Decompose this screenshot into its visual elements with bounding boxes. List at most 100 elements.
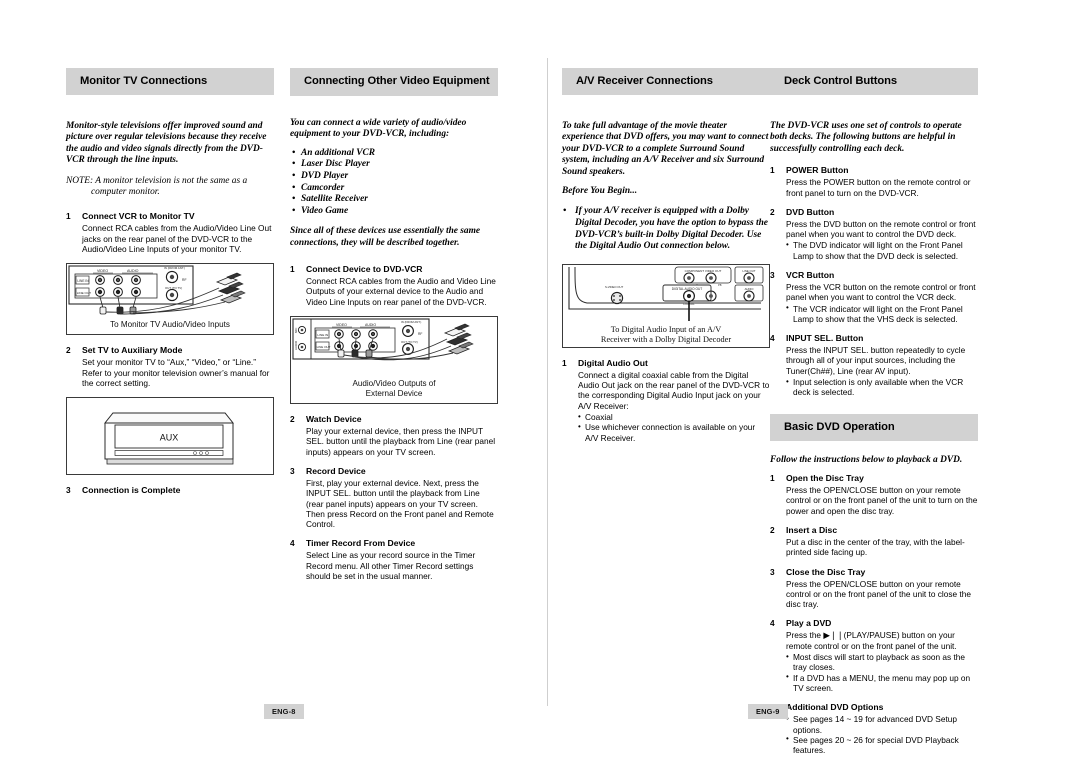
step-number: 3 <box>770 270 775 280</box>
svg-text:IN (FROM ANT.): IN (FROM ANT.) <box>401 320 421 324</box>
svg-text:PB: PB <box>718 283 722 287</box>
svg-text:AUDIO: AUDIO <box>294 340 298 350</box>
rear-panel-illustration: VIDEO AUDIO LINE IN LINE OUT IN (FROM AN… <box>68 265 246 315</box>
step-connect-device-to-dvd-vcr: 1 Connect Device to DVD-VCR Connect RCA … <box>290 264 498 307</box>
page-footer-left: ENG-8 <box>264 704 304 719</box>
step-title: Connect VCR to Monitor TV <box>82 211 195 222</box>
svg-text:AUDIO: AUDIO <box>365 323 376 327</box>
column-connecting-other-video-equipment: Connecting Other Video Equipment You can… <box>290 68 498 590</box>
step-title: Connection is Complete <box>82 485 181 496</box>
step-body: Press the DVD button on the remote contr… <box>786 218 976 240</box>
list-item: DVD Player <box>292 171 498 183</box>
step-body: Press the ▶❘❘(PLAY/PAUSE) button on your… <box>786 630 957 651</box>
figure-artwork-digital-audio: COMPONENT VIDEO OUT Y PB LINE OUT AUDIO <box>563 265 769 321</box>
page-spine-divider <box>547 58 548 706</box>
step-play-a-dvd: 4 Play a DVD Press the ▶❘❘(PLAY/PAUSE) b… <box>770 618 978 693</box>
step-title: Open the Disc Tray <box>786 473 864 484</box>
intro-paragraph: Monitor-style televisions offer improved… <box>66 121 267 166</box>
sub-bullet: The VCR indicator will light on the Fron… <box>786 303 978 325</box>
step-title: Timer Record From Device <box>306 538 416 549</box>
step-number: 1 <box>290 264 295 275</box>
step-sub-bullets: Most discs will start to playback as soo… <box>786 652 978 693</box>
sub-bullet: The DVD indicator will light on the Fron… <box>786 240 978 261</box>
sub-bullet: See pages 20 ~ 26 for special DVD Playba… <box>786 734 978 756</box>
step-input-sel-button: 4 INPUT SEL. Button Press the INPUT SEL.… <box>770 333 978 397</box>
rear-panel-external-illustration: MIC AUDIO VIDEO AUDIO LINE IN LINE OUT I… <box>292 318 474 361</box>
svg-text:S-VIDEO OUT: S-VIDEO OUT <box>605 285 623 289</box>
step-number: 4 <box>770 333 775 344</box>
step-number: 1 <box>770 473 775 484</box>
step-body: Press the INPUT SEL. button repeatedly t… <box>786 345 966 376</box>
figure-digital-audio-out: COMPONENT VIDEO OUT Y PB LINE OUT AUDIO <box>562 263 770 350</box>
step-title: Close the Disc Tray <box>786 566 866 577</box>
step-title: Play a DVD <box>786 618 832 629</box>
step-body: Connect RCA cables from the Audio and Vi… <box>306 276 496 307</box>
sub-bullet: If a DVD has a MENU, the menu may pop up… <box>786 672 978 694</box>
step-additional-dvd-options: 5 Additional DVD Options See pages 14 ~ … <box>770 702 978 755</box>
step-set-tv-to-auxiliary-mode: 2 Set TV to Auxiliary Mode Set your moni… <box>66 345 274 388</box>
step-open-the-disc-tray: 1 Open the Disc Tray Press the OPEN/CLOS… <box>770 473 978 516</box>
step-insert-a-disc: 2 Insert a Disc Put a disc in the center… <box>770 525 978 558</box>
caption-line-1: Audio/Video Outputs of <box>352 379 436 389</box>
step-connect-vcr-to-monitor-tv: 1 Connect VCR to Monitor TV Connect RCA … <box>66 211 274 254</box>
step-number: 2 <box>290 414 295 425</box>
sub-bullet: Coaxial <box>578 411 770 422</box>
step-dvd-button: 2 DVD Button Press the DVD button on the… <box>770 207 978 261</box>
list-item: Video Game <box>292 206 498 218</box>
svg-text:AUDIO: AUDIO <box>745 287 755 291</box>
step-digital-audio-out: 1 Digital Audio Out Connect a digital co… <box>562 358 770 443</box>
step-number: 3 <box>66 485 71 496</box>
svg-text:VIDEO: VIDEO <box>336 323 347 327</box>
step-title: Watch Device <box>306 414 362 425</box>
caption-line-2: Receiver with a Dolby Digital Decoder <box>600 334 732 344</box>
intro-paragraph: You can connect a wide variety of audio/… <box>290 118 467 140</box>
step-title: VCR Button <box>786 270 835 280</box>
step-sub-bullets: The DVD indicator will light on the Fron… <box>786 240 978 261</box>
svg-text:RF: RF <box>182 278 187 282</box>
section-heading-deck-control-buttons: Deck Control Buttons <box>770 68 978 95</box>
figure-rear-panel-monitor-tv: VIDEO AUDIO LINE IN LINE OUT IN (FROM AN… <box>66 263 274 336</box>
digital-audio-out-illustration: COMPONENT VIDEO OUT Y PB LINE OUT AUDIO <box>568 266 764 321</box>
step-body: Set your monitor TV to “Aux,” “Video,” o… <box>82 357 270 388</box>
steps-other-video: 1 Connect Device to DVD-VCR Connect RCA … <box>290 264 498 581</box>
step-title: Additional DVD Options <box>786 702 884 713</box>
step-number: 1 <box>66 211 71 222</box>
step-number: 3 <box>770 566 775 577</box>
intro-monitor-tv: Monitor-style televisions offer improved… <box>66 121 274 167</box>
step-body: Press the OPEN/CLOSE button on your remo… <box>786 485 978 516</box>
column-monitor-tv-connections: Monitor TV Connections Monitor-style tel… <box>66 68 274 497</box>
figure-rear-panel-external-device: MIC AUDIO VIDEO AUDIO LINE IN LINE OUT I… <box>290 316 498 405</box>
device-list: An additional VCR Laser Disc Player DVD … <box>290 148 498 218</box>
tv-screen-label: AUX <box>160 433 179 443</box>
step-title: Digital Audio Out <box>578 357 648 368</box>
column-deck-control-and-basic-dvd: Deck Control Buttons The DVD-VCR uses on… <box>770 68 978 764</box>
step-sub-bullets: Input selection is only available when t… <box>786 377 978 398</box>
intro-basic-dvd: Follow the instructions below to playbac… <box>770 455 978 466</box>
step-title: Set TV to Auxiliary Mode <box>82 345 183 356</box>
step-title: Record Device <box>306 465 366 476</box>
step-number: 2 <box>66 345 71 356</box>
manual-page-spread: Monitor TV Connections Monitor-style tel… <box>0 0 1080 763</box>
steps-basic-dvd: 1 Open the Disc Tray Press the OPEN/CLOS… <box>770 473 978 755</box>
step-number: 1 <box>562 357 567 368</box>
svg-text:LINE OUT: LINE OUT <box>317 345 331 349</box>
svg-text:VIDEO: VIDEO <box>97 269 108 273</box>
svg-text:AUDIO: AUDIO <box>127 269 139 273</box>
note-text: NOTE: A monitor television is not the sa… <box>66 175 248 198</box>
intro-paragraph: Follow the instructions below to playbac… <box>770 454 963 465</box>
intro-paragraph: The DVD-VCR uses one set of controls to … <box>770 121 962 154</box>
step-body: First, play your external device. Next, … <box>306 477 494 530</box>
figure-caption-digital-audio-input: To Digital Audio Input of an A/V Receive… <box>563 321 769 350</box>
steps-deck-control: 1 POWER Button Press the POWER button on… <box>770 165 978 397</box>
step-power-button: 1 POWER Button Press the POWER button on… <box>770 165 978 198</box>
before-you-begin-label: Before You Begin... <box>562 186 638 197</box>
svg-text:IN (FROM ANT.): IN (FROM ANT.) <box>164 266 185 270</box>
svg-text:LINE OUT: LINE OUT <box>743 269 756 273</box>
step-watch-device: 2 Watch Device Play your external device… <box>290 414 498 457</box>
figure-artwork-rear-panel-ext: MIC AUDIO VIDEO AUDIO LINE IN LINE OUT I… <box>291 317 497 375</box>
svg-text:LINE IN: LINE IN <box>77 279 89 283</box>
step-vcr-button: 3 VCR Button Press the VCR button on the… <box>770 270 978 324</box>
step-number: 2 <box>770 206 775 217</box>
step-title: DVD Button <box>786 206 835 217</box>
step-number: 4 <box>770 618 775 629</box>
